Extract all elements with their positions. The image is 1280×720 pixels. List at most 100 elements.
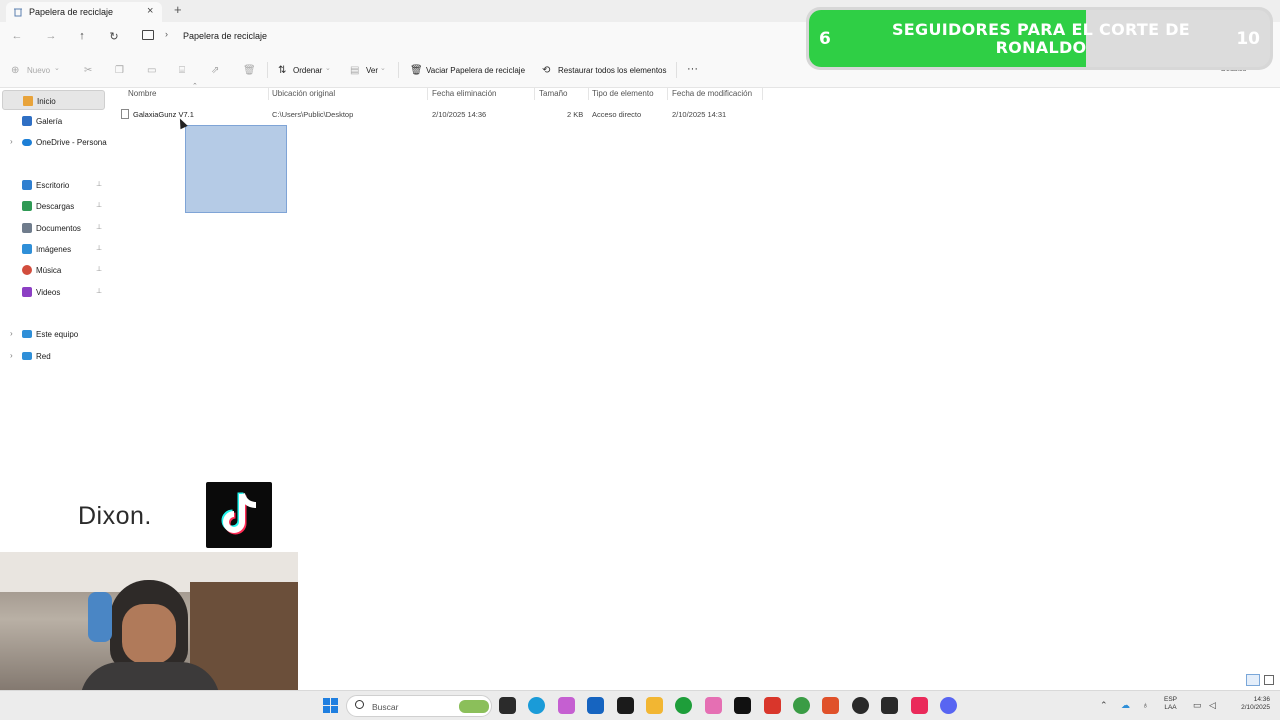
obs-icon[interactable]: [852, 697, 869, 714]
table-cell-type: Acceso directo: [592, 110, 642, 119]
edge-icon[interactable]: [528, 697, 545, 714]
microphone-icon[interactable]: ♁: [1142, 700, 1149, 710]
webcam-person-face: [122, 604, 176, 664]
volume-icon[interactable]: ◁: [1209, 700, 1216, 711]
pin-icon[interactable]: ⊥: [96, 265, 102, 273]
column-header-size[interactable]: Tamaño: [539, 89, 567, 98]
expand-chevron-icon[interactable]: ›: [10, 137, 13, 146]
itunes-icon[interactable]: [705, 697, 722, 714]
column-divider[interactable]: [588, 88, 589, 100]
sidebar-item-documents[interactable]: Documentos ⊥: [2, 218, 105, 238]
copilot-icon[interactable]: [558, 697, 575, 714]
new-button[interactable]: Nuevo: [27, 66, 50, 75]
pin-icon[interactable]: ⊥: [96, 223, 102, 231]
windows-logo-icon: [323, 698, 338, 713]
column-header-original-location[interactable]: Ubicación original: [272, 89, 335, 98]
expand-chevron-icon[interactable]: ›: [10, 329, 13, 338]
tab-close-icon[interactable]: ×: [147, 5, 153, 17]
refresh-icon[interactable]: ↻: [107, 30, 121, 43]
clock-date: 2/10/2025: [1241, 704, 1270, 711]
sidebar-item-network[interactable]: › Red: [2, 346, 105, 366]
column-divider[interactable]: [268, 88, 269, 100]
onedrive-tray-icon[interactable]: ☁: [1121, 700, 1130, 711]
column-header-name[interactable]: Nombre: [128, 89, 156, 98]
column-divider[interactable]: [534, 88, 535, 100]
column-header-type[interactable]: Tipo de elemento: [592, 89, 654, 98]
pin-icon[interactable]: ⊥: [96, 201, 102, 209]
new-tab-button[interactable]: +: [174, 2, 182, 17]
share-icon[interactable]: ⇗: [211, 65, 221, 76]
task-view-icon[interactable]: [499, 697, 516, 714]
show-hidden-icons-chevron-icon[interactable]: ⌃: [1100, 700, 1108, 711]
file-explorer-icon[interactable]: [646, 697, 663, 714]
column-divider[interactable]: [427, 88, 428, 100]
search-highlight-icon: [459, 700, 489, 713]
pin-icon[interactable]: ⊥: [96, 287, 102, 295]
sidebar-item-pictures[interactable]: Imágenes ⊥: [2, 239, 105, 259]
follower-goal-banner: 6 SEGUIDORES PARA EL CORTE DE RONALDO 10: [806, 7, 1273, 70]
pin-icon[interactable]: ⊥: [96, 244, 102, 252]
start-icon[interactable]: [322, 697, 339, 714]
sidebar-item-label: Descargas: [36, 202, 75, 211]
column-header-deleted-date[interactable]: Fecha eliminación: [432, 89, 496, 98]
tiktok-icon[interactable]: [734, 697, 751, 714]
follower-goal-track: 6 SEGUIDORES PARA EL CORTE DE RONALDO 10: [809, 10, 1270, 67]
sidebar-item-label: Este equipo: [36, 330, 79, 339]
this-pc-icon: [22, 330, 32, 338]
expand-chevron-icon[interactable]: ›: [10, 351, 13, 360]
column-divider[interactable]: [667, 88, 668, 100]
details-view-toggle[interactable]: [1246, 674, 1260, 686]
brave-icon[interactable]: [822, 697, 839, 714]
more-options-button[interactable]: ···: [687, 63, 698, 75]
empty-recycle-bin-button[interactable]: Vaciar Papelera de reciclaje: [426, 66, 525, 75]
paste-icon[interactable]: ▭: [147, 65, 157, 76]
sidebar-item-this-pc[interactable]: › Este equipo: [2, 324, 105, 344]
music-icon: [22, 265, 32, 275]
copy-icon[interactable]: ❐: [115, 65, 125, 76]
follower-current-count: 6: [819, 29, 831, 49]
tiles-view-toggle[interactable]: [1264, 675, 1274, 685]
xbox-icon[interactable]: [675, 697, 692, 714]
sidebar-item-onedrive[interactable]: › OneDrive - Persona: [2, 132, 107, 152]
forward-arrow-icon[interactable]: →: [44, 30, 58, 42]
back-arrow-icon[interactable]: ←: [10, 30, 24, 42]
restore-all-button[interactable]: Restaurar todos los elementos: [558, 66, 667, 75]
delete-icon[interactable]: 🗑: [243, 65, 256, 76]
cut-icon[interactable]: ✂: [84, 65, 94, 76]
this-pc-icon[interactable]: [142, 30, 154, 40]
tiktok-live-icon[interactable]: [911, 697, 928, 714]
pin-icon[interactable]: ⊥: [96, 180, 102, 188]
sidebar-item-videos[interactable]: Videos ⊥: [2, 282, 105, 302]
sort-icon: ⇅: [278, 65, 287, 76]
sidebar-item-music[interactable]: Música ⊥: [2, 260, 105, 280]
sidebar-item-downloads[interactable]: Descargas ⊥: [2, 196, 105, 216]
system-clock[interactable]: 14:36 2/10/2025: [1226, 696, 1270, 712]
taskbar-search-box[interactable]: Buscar: [346, 695, 492, 717]
rename-icon[interactable]: ⌸: [179, 65, 189, 76]
selection-rectangle: [185, 125, 287, 213]
chrome-icon[interactable]: [793, 697, 810, 714]
table-cell-name[interactable]: GalaxiaGunz V7.1: [133, 110, 194, 119]
up-arrow-icon[interactable]: ↑: [75, 30, 89, 42]
capcut-icon[interactable]: [617, 697, 634, 714]
sort-indicator-icon: ⌃: [192, 83, 198, 90]
tab-recycle-bin[interactable]: Papelera de reciclaje ×: [6, 2, 162, 22]
github-desktop-icon[interactable]: [881, 697, 898, 714]
network-icon[interactable]: ▭: [1193, 700, 1202, 711]
sidebar-item-desktop[interactable]: Escritorio ⊥: [2, 175, 105, 195]
chevron-down-icon: ⌄: [54, 65, 60, 72]
outlook-icon[interactable]: [587, 697, 604, 714]
column-divider[interactable]: [762, 88, 763, 100]
typora-icon[interactable]: [764, 697, 781, 714]
sidebar-item-home[interactable]: Inicio: [2, 90, 105, 110]
breadcrumb-chevron-icon[interactable]: ›: [165, 29, 168, 39]
language-indicator[interactable]: ESP LAA: [1164, 696, 1177, 712]
column-header-modified-date[interactable]: Fecha de modificación: [672, 89, 752, 98]
sidebar-item-label: Escritorio: [36, 181, 70, 190]
discord-icon[interactable]: [940, 697, 957, 714]
sort-button[interactable]: Ordenar: [293, 66, 322, 75]
sidebar-item-gallery[interactable]: Galería: [2, 111, 105, 131]
view-button[interactable]: Ver: [366, 66, 378, 75]
breadcrumb[interactable]: Papelera de reciclaje: [183, 31, 267, 41]
restore-icon: ⟲: [542, 65, 551, 76]
